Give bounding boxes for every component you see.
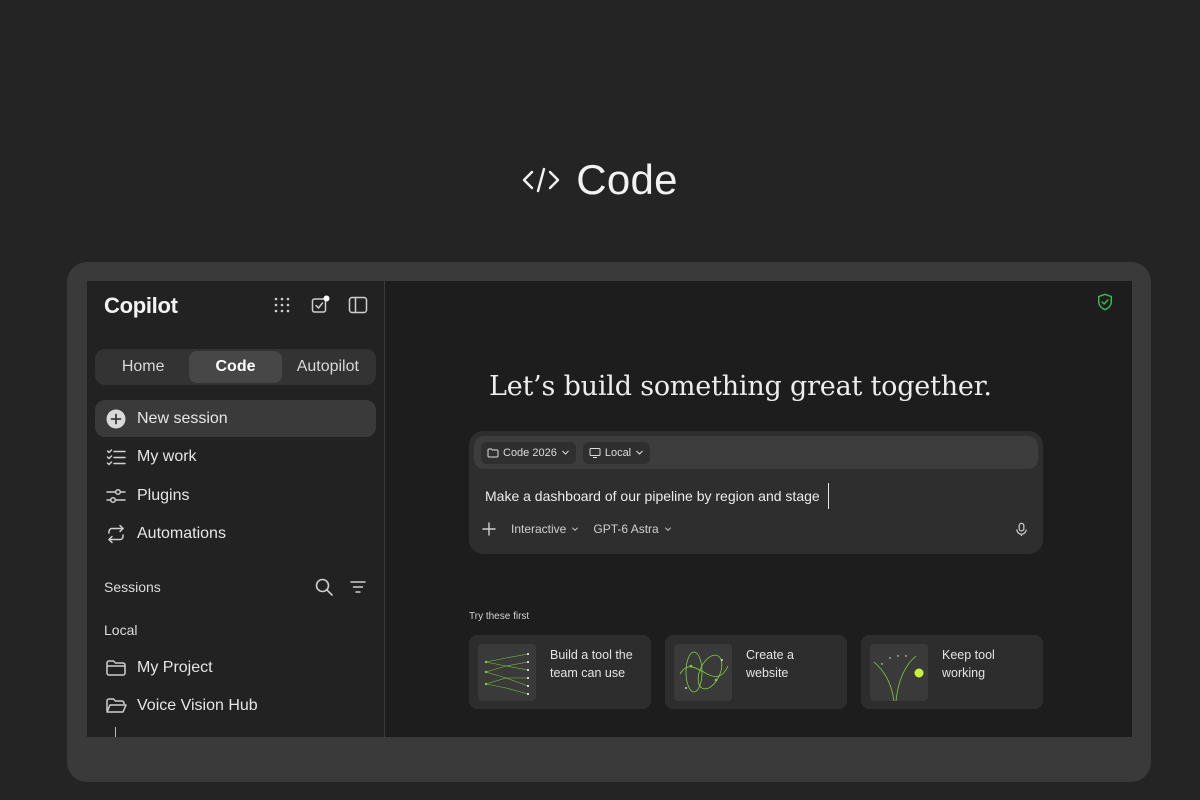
prompt-text: Make a dashboard of our pipeline by regi… [485,488,820,504]
tasks-notification-icon[interactable] [310,295,330,315]
chevron-down-icon [572,527,579,531]
project-item-voice-vision-hub[interactable]: Voice Vision Hub [95,687,376,725]
suggestion-card-create-website[interactable]: Create a website [665,635,847,709]
hero-header: Code [0,150,1200,210]
chevron-down-icon [664,527,671,531]
mode-dropdown-label: Interactive [511,522,567,536]
search-icon[interactable] [314,577,334,597]
text-caret [827,483,830,509]
apps-grid-icon[interactable] [272,295,292,315]
sessions-label: Sessions [104,579,161,595]
mode-dropdown[interactable]: Interactive [511,522,579,536]
folder-selector-label: Code 2026 [503,446,557,459]
plus-icon[interactable] [481,521,497,537]
project-label: Voice Vision Hub [137,697,258,714]
project-item-my-project[interactable]: My Project [95,649,376,687]
tab-home[interactable]: Home [97,351,189,383]
sessions-header: Sessions [104,577,368,597]
tab-autopilot[interactable]: Autopilot [282,351,374,383]
sidebar-nav: New session My work Plugins Automations [95,400,376,554]
prompt-input[interactable]: Make a dashboard of our pipeline by regi… [485,483,830,509]
folder-icon [106,660,126,676]
sidebar-item-plugins[interactable]: Plugins [95,477,376,514]
environment-selector[interactable]: Local [582,441,651,464]
microphone-icon[interactable] [1014,522,1029,537]
arc-trace-icon [870,644,928,701]
suggestion-card-text: Keep tool working [942,648,995,680]
tab-code[interactable]: Code [189,351,282,383]
suggestion-card-text: Build a tool the team can use [550,648,633,680]
nav-label: Plugins [137,486,190,504]
folder-icon [487,448,499,457]
project-label: My Project [137,659,213,676]
nav-label: New session [137,409,228,427]
sidebar-item-my-work[interactable]: My work [95,439,376,476]
network-graph-icon [478,644,536,701]
prompt-composer: Code 2026 Local Make a dashboard of our … [469,431,1043,554]
nav-label: My work [137,448,197,466]
composer-context-bar: Code 2026 Local [474,436,1038,469]
suggestion-card-build-tool[interactable]: Build a tool the team can use [469,635,651,709]
project-list: My Project Voice Vision Hub [95,649,376,725]
folder-selector[interactable]: Code 2026 [481,441,576,464]
nav-label: Automations [137,525,226,543]
welcome-headline: Let’s build something great together. [489,371,992,402]
sidebar-toggle-icon[interactable] [348,295,368,315]
mode-tabs: Home Code Autopilot [95,349,376,385]
suggestion-card-text: Create a website [746,648,794,680]
tree-connector [115,727,116,737]
orbit-loops-icon [674,644,732,701]
main-panel: Let’s build something great together. Co… [385,281,1132,737]
app-window: Copilot Home Code Autopilot New session … [87,281,1132,737]
filter-icon[interactable] [348,577,368,597]
composer-actions: Interactive GPT-6 Astra [481,521,1029,537]
chevron-down-icon [561,450,569,455]
chevron-down-icon [636,450,643,455]
sliders-icon [106,488,126,503]
model-dropdown-label: GPT-6 Astra [593,522,659,536]
local-group-label: Local [104,622,138,638]
new-session-button[interactable]: New session [95,400,376,437]
folder-open-icon [106,698,127,713]
sidebar-item-automations[interactable]: Automations [95,516,376,553]
monitor-icon [589,447,601,458]
hero-title: Code [576,156,678,203]
code-icon [522,167,560,193]
suggestion-card-keep-tool-working[interactable]: Keep tool working [861,635,1043,709]
sidebar: Copilot Home Code Autopilot New session … [87,281,385,737]
repeat-icon [108,525,124,544]
suggestion-cards: Build a tool the team can use Create a w… [469,635,1043,709]
environment-selector-label: Local [604,446,632,459]
sessions-tools [314,577,368,597]
model-dropdown[interactable]: GPT-6 Astra [593,522,671,536]
sidebar-toolbar [272,295,368,315]
brand-logo: Copilot [104,293,178,318]
suggestions-label: Try these first [469,611,530,622]
checklist-icon [106,449,126,466]
plus-circle-icon [106,409,126,428]
shield-check-icon[interactable] [1096,293,1114,311]
